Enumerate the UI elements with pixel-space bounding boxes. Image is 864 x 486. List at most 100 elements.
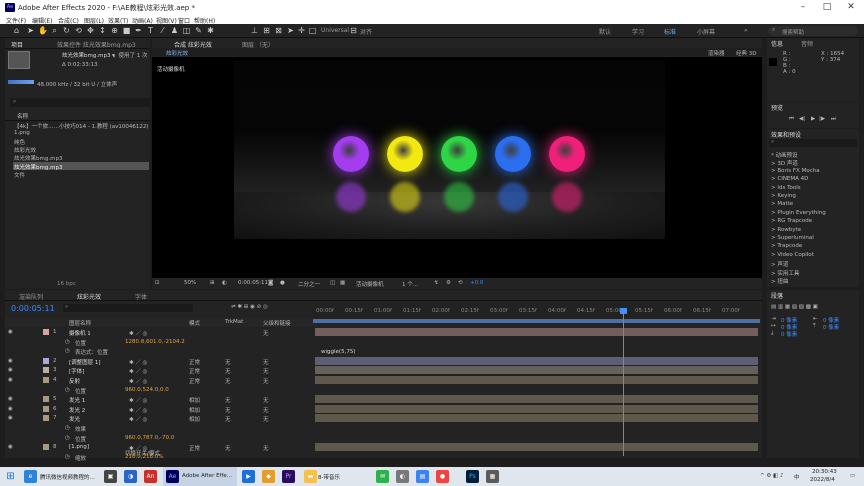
layer-duration-bar[interactable] (315, 328, 758, 336)
app-icon-2[interactable]: ◑ (124, 470, 137, 483)
view-axis-icon[interactable]: ⊠ (274, 26, 283, 35)
effects-category[interactable]: > Trapcode (771, 243, 802, 249)
bpc-label[interactable]: 16 bpc (57, 281, 76, 287)
effects-category[interactable]: > Ids Tools (771, 185, 801, 191)
layer-duration-bar[interactable] (315, 395, 758, 404)
pen-tool-icon[interactable]: ✒ (134, 26, 143, 35)
table-row[interactable]: ◷ 位置 960.0,524.0,0.0 (5, 386, 317, 395)
table-row[interactable]: ◷ 缩放 218.0,218.0% (5, 453, 317, 462)
layer-switches-icon[interactable]: ✱ ／ ◎ (129, 377, 147, 385)
clock-time[interactable]: 20:30:43 (812, 469, 837, 475)
layer-switches-icon[interactable]: ✱ ／ ◎ (129, 367, 147, 375)
effects-category[interactable]: > Plugin Everything (771, 210, 826, 216)
layer-mode[interactable]: 相加 (189, 406, 200, 414)
layer-mode[interactable]: 正常 (189, 367, 200, 375)
browser-icon[interactable]: e (24, 470, 37, 483)
project-col-name[interactable]: 名称 (17, 112, 28, 120)
layer-switches-icon[interactable]: ✱ ／ ◎ (129, 396, 147, 404)
layer-trkmat[interactable]: 无 (225, 406, 231, 414)
tray-icons[interactable]: ^ ⚙ ◧ ♪ (760, 473, 784, 479)
effects-category[interactable]: > 扭曲 (771, 277, 788, 285)
col-parent[interactable]: 父级和链接 (263, 319, 291, 327)
layer-duration-bar[interactable] (315, 376, 758, 384)
effects-search-input[interactable]: ⌕ (769, 139, 857, 147)
orbit-camera-icon[interactable]: ⟲ (74, 26, 83, 35)
shape-tool-icon[interactable]: ■ (122, 26, 131, 35)
timeline-timecode[interactable]: 0:00:05:11 (11, 304, 55, 313)
layer-trkmat[interactable]: 无 (225, 444, 231, 452)
layer-parent[interactable]: 无 (263, 358, 269, 366)
workspace-learn[interactable]: 学习 (632, 27, 644, 36)
effects-category[interactable]: > Rowbyte (771, 227, 801, 233)
effects-category[interactable]: > Video Copilot (771, 252, 814, 258)
view-select[interactable]: 活动摄像机 (356, 280, 384, 288)
app-icon-7[interactable]: ▤ (416, 470, 429, 483)
effects-category[interactable]: > 声道 (771, 260, 788, 268)
flowchart-icon[interactable]: ⚙ (446, 280, 451, 286)
layer-duration-bar[interactable] (315, 366, 758, 375)
layer-name[interactable]: [1.png] (69, 444, 89, 450)
layer-label-color[interactable] (43, 415, 49, 422)
layer-parent[interactable]: 无 (263, 406, 269, 414)
align-icon[interactable]: ⊟ (349, 26, 358, 35)
layer-parent[interactable]: 无 (263, 415, 269, 423)
work-area-bar[interactable] (313, 319, 760, 323)
layer-duration-bar[interactable] (315, 443, 758, 452)
hand-tool-icon[interactable]: ✋ (38, 26, 48, 35)
visibility-icon[interactable]: ◉ (8, 329, 13, 335)
table-row[interactable]: ◉ 1 摄像机 1 ✱ ／ ◎ 无 (5, 328, 317, 337)
windows-start-icon[interactable]: ⊞ (4, 470, 17, 483)
layer-parent[interactable]: 无 (263, 329, 269, 337)
timeline-search[interactable]: ⌕ (63, 304, 193, 312)
snapshot-icon[interactable]: ◙ (268, 280, 273, 286)
premiere-icon[interactable]: Pr (282, 470, 295, 483)
snap-square-icon[interactable]: □ (308, 26, 317, 35)
layer-duration-bar[interactable] (315, 404, 758, 413)
layer-mode[interactable]: 正常 (189, 444, 200, 452)
layer-label-color[interactable] (43, 357, 49, 364)
layer-label-color[interactable] (43, 367, 49, 374)
list-item[interactable]: 炫光效果bmg.mp3 (14, 154, 62, 162)
clock-date[interactable]: 2022/8/4 (810, 477, 835, 483)
stopwatch-icon[interactable]: ◷ (65, 454, 70, 460)
taskbar-item-folder[interactable]: 8-带音乐 (318, 473, 340, 481)
layer-trkmat[interactable]: 无 (225, 367, 231, 375)
list-item[interactable]: 文件 (14, 171, 25, 179)
table-row[interactable]: ◷ 表达式：位置 (5, 347, 317, 356)
taskbar-item-ae[interactable]: Adobe After Effe... (182, 473, 232, 479)
minimize-icon[interactable]: – (796, 1, 810, 13)
layer-trkmat[interactable]: 无 (225, 396, 231, 404)
roto-brush-icon[interactable]: ✎ (194, 26, 203, 35)
layer-name[interactable]: 反射 (69, 377, 80, 385)
col-mode[interactable]: 模式 (189, 319, 200, 327)
layer-mode[interactable]: 相加 (189, 415, 200, 423)
table-row[interactable]: ◉ 3 [字体] ✱ ／ ◎ 正常 无 无 (5, 366, 317, 375)
layer-parent[interactable]: 无 (263, 396, 269, 404)
app-icon-1[interactable]: ▣ (104, 470, 117, 483)
list-item[interactable]: 纯色 (14, 138, 25, 146)
visibility-icon[interactable]: ◉ (8, 444, 13, 450)
taskbar-item-browser[interactable]: 腾讯微信视频教程的... (40, 473, 95, 481)
table-row[interactable]: ◉ 5 发光 1 ✱ ／ ◎ 相加 无 无 (5, 395, 317, 404)
property-value[interactable]: 960.0,787.0,-70.0 (125, 435, 174, 441)
layer-name[interactable]: [调整图层 1] (69, 358, 101, 366)
zoom-tool-icon[interactable]: ⌕ (50, 26, 59, 35)
visibility-icon[interactable]: ◉ (8, 415, 13, 421)
layer-name[interactable]: 发光 1 (69, 396, 85, 404)
layer-trkmat[interactable]: 无 (225, 415, 231, 423)
pan-behind-icon[interactable]: ⊕ (110, 26, 119, 35)
transparency-icon[interactable]: ▦ (340, 280, 345, 286)
help-search[interactable]: ⌕ 搜索帮助 (768, 26, 858, 36)
effects-category[interactable]: > CINEMA 4D (771, 176, 808, 182)
dolly-camera-icon[interactable]: ↕ (98, 26, 107, 35)
home-icon[interactable]: ⌂ (12, 26, 21, 35)
snap-icon[interactable]: ➤ (286, 26, 295, 35)
align-buttons-icon[interactable]: ▤ ▥ ▦ ▧ ▨ ▩ ▣ (771, 304, 818, 310)
table-row[interactable]: ◉ 8 [1.png] ✱ ／ ◎ 正常无无 (5, 443, 317, 452)
selected-item-name[interactable]: 炫光效果bmg.mp3 ▾ (62, 51, 115, 59)
layer-label-color[interactable] (43, 444, 49, 451)
app-icon-8[interactable]: ● (436, 470, 449, 483)
app-icon-4[interactable]: ▶ (242, 470, 255, 483)
effects-category[interactable]: > 实用工具 (771, 269, 799, 277)
stopwatch-icon[interactable]: ◷ (65, 425, 70, 431)
